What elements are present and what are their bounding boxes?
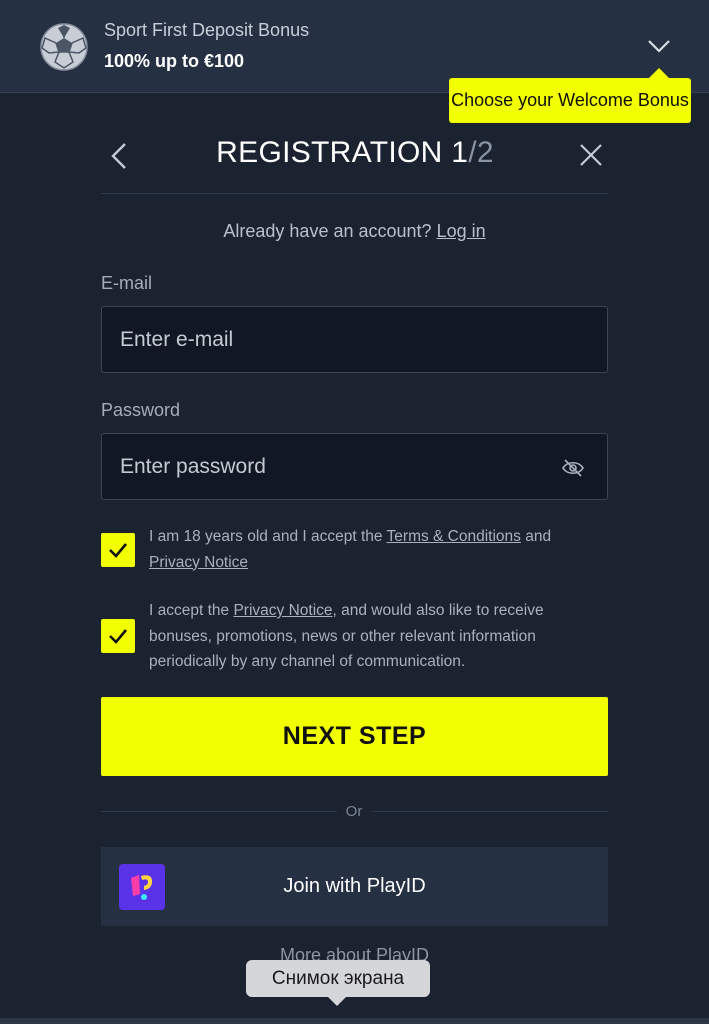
consent1-mid: and	[520, 528, 552, 545]
close-icon[interactable]	[578, 142, 604, 168]
title-separator: /	[468, 136, 477, 169]
login-prompt-text: Already have an account?	[223, 221, 432, 241]
login-prompt: Already have an account? Log in	[101, 221, 608, 242]
title-total: 2	[476, 136, 494, 169]
terms-link[interactable]: Terms & Conditions	[387, 528, 521, 545]
marketing-consent-text: I accept the Privacy Notice, and would a…	[149, 598, 589, 675]
checkmark-icon	[109, 543, 127, 558]
login-link[interactable]: Log in	[437, 221, 486, 241]
checkmark-icon	[109, 629, 127, 644]
header-divider	[101, 193, 608, 194]
welcome-bonus-tooltip: Choose your Welcome Bonus	[449, 68, 691, 123]
playid-label: Join with PlayID	[283, 875, 426, 897]
privacy-notice-link-2[interactable]: Privacy Notice	[233, 602, 332, 619]
consent2-text: I accept the	[149, 602, 234, 619]
email-field[interactable]	[102, 307, 607, 372]
chevron-down-icon[interactable]	[645, 34, 673, 58]
next-step-button[interactable]: NEXT STEP	[101, 697, 608, 776]
marketing-checkbox[interactable]	[101, 619, 135, 653]
bonus-amount: 100% up to €100	[104, 51, 245, 71]
eye-slash-icon[interactable]	[561, 458, 585, 478]
password-field[interactable]	[102, 434, 607, 499]
age-terms-checkbox[interactable]	[101, 533, 135, 567]
password-field-box	[101, 433, 608, 500]
page-title: REGISTRATION 1/2	[130, 136, 580, 170]
join-playid-button[interactable]: Join with PlayID	[101, 847, 608, 926]
or-divider-text: Or	[345, 803, 363, 820]
privacy-notice-link[interactable]: Privacy Notice	[149, 554, 248, 571]
or-divider-left	[101, 811, 337, 812]
age-terms-text: I am 18 years old and I accept the Terms…	[149, 524, 589, 575]
back-arrow-icon[interactable]	[108, 141, 130, 171]
consent1-text: I am 18 years old and I accept the	[149, 528, 387, 545]
title-main: REGISTRATION 1	[216, 136, 469, 169]
email-field-box	[101, 306, 608, 373]
or-divider-right	[372, 811, 608, 812]
bonus-name: Sport First Deposit Bonus	[104, 20, 310, 40]
soccer-ball-icon	[40, 23, 88, 71]
system-screenshot-tooltip: Снимок экрана	[246, 960, 430, 1006]
email-label: E-mail	[101, 273, 153, 293]
bottom-edge	[0, 1018, 709, 1024]
password-label: Password	[101, 400, 181, 420]
